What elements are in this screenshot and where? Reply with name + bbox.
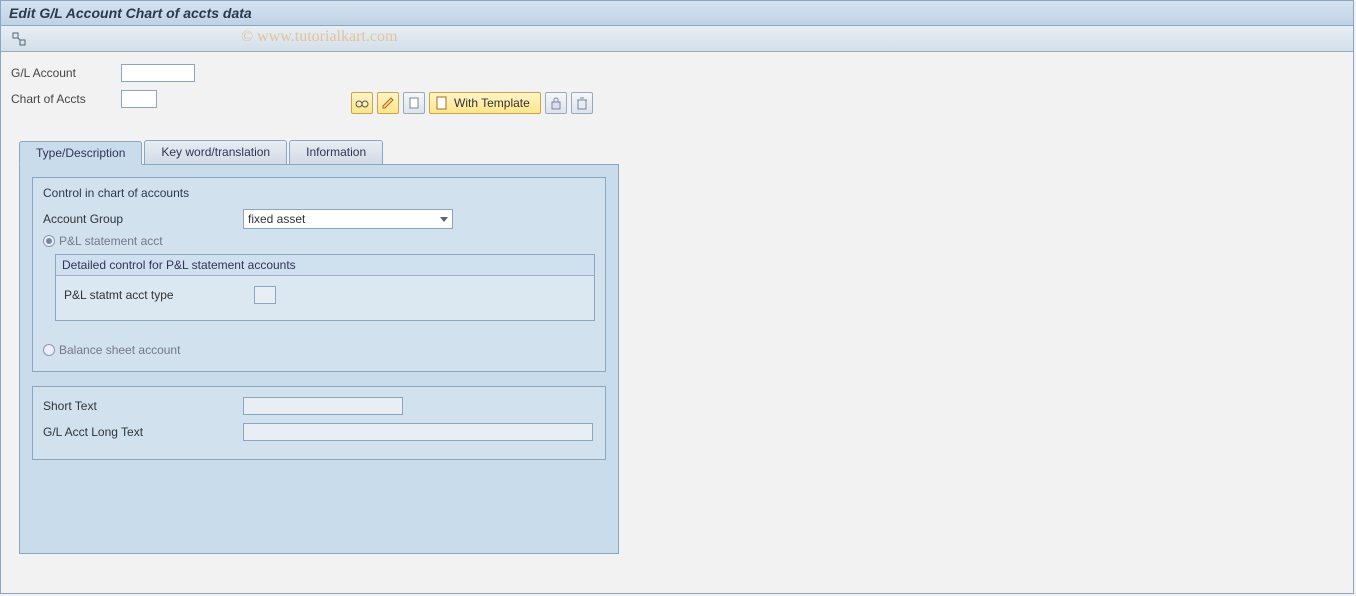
trash-icon [576, 96, 588, 110]
pl-statement-radio[interactable] [43, 235, 55, 247]
short-text-input[interactable] [243, 397, 403, 415]
pl-type-row: P&L statmt acct type [64, 284, 586, 306]
edit-button[interactable] [377, 92, 399, 114]
balance-sheet-radio[interactable] [43, 344, 55, 356]
account-group-value: fixed asset [248, 212, 305, 226]
text-groupbox: Short Text G/L Acct Long Text [32, 386, 606, 460]
long-text-label: G/L Acct Long Text [43, 425, 243, 439]
account-group-label: Account Group [43, 212, 243, 226]
pl-statement-label: P&L statement acct [59, 234, 163, 248]
lock-button[interactable] [545, 92, 567, 114]
chevron-down-icon [440, 217, 448, 222]
tab-keyword-translation[interactable]: Key word/translation [144, 140, 287, 164]
gl-account-input[interactable] [121, 64, 195, 82]
account-group-select[interactable]: fixed asset [243, 209, 453, 229]
lock-icon [550, 96, 562, 110]
control-groupbox: Control in chart of accounts Account Gro… [32, 177, 606, 372]
chart-of-accts-label: Chart of Accts [11, 92, 121, 106]
pl-type-input[interactable] [254, 286, 276, 304]
titlebar: Edit G/L Account Chart of accts data [1, 1, 1353, 26]
balance-sheet-radio-row: Balance sheet account [43, 343, 595, 357]
content-area: G/L Account Chart of Accts With Template [1, 52, 1353, 554]
window-title: Edit G/L Account Chart of accts data [9, 5, 252, 21]
short-text-row: Short Text [43, 395, 595, 417]
app-window: Edit G/L Account Chart of accts data © w… [0, 0, 1354, 594]
pl-type-label: P&L statmt acct type [64, 288, 254, 302]
detailed-control-title: Detailed control for P&L statement accou… [56, 255, 594, 276]
action-buttons: With Template [351, 92, 1343, 114]
display-button[interactable] [351, 92, 373, 114]
create-button[interactable] [403, 92, 425, 114]
with-template-label: With Template [454, 96, 530, 110]
with-template-button[interactable]: With Template [429, 92, 541, 114]
balance-sheet-label: Balance sheet account [59, 343, 180, 357]
long-text-input[interactable] [243, 423, 593, 441]
page-icon [436, 96, 448, 110]
tab-panel: Control in chart of accounts Account Gro… [19, 164, 619, 554]
chart-of-accts-input[interactable] [121, 90, 157, 108]
tab-type-description[interactable]: Type/Description [19, 141, 142, 165]
page-icon [407, 96, 421, 110]
pl-statement-radio-row: P&L statement acct [43, 234, 595, 248]
delete-button[interactable] [571, 92, 593, 114]
tab-strip: Type/Description Key word/translation In… [11, 140, 1343, 164]
long-text-row: G/L Acct Long Text [43, 421, 595, 443]
short-text-label: Short Text [43, 399, 243, 413]
account-group-row: Account Group fixed asset [43, 208, 595, 230]
control-group-title: Control in chart of accounts [43, 186, 595, 200]
pencil-icon [381, 96, 395, 110]
glasses-icon [355, 96, 369, 110]
watermark-text: © www.tutorialkart.com [241, 28, 397, 46]
object-links-icon[interactable] [9, 29, 29, 49]
gl-account-row: G/L Account [11, 62, 1343, 84]
gl-account-label: G/L Account [11, 66, 121, 80]
app-toolbar: © www.tutorialkart.com [1, 26, 1353, 52]
detailed-control-group: Detailed control for P&L statement accou… [55, 254, 595, 321]
tab-information[interactable]: Information [289, 140, 383, 164]
